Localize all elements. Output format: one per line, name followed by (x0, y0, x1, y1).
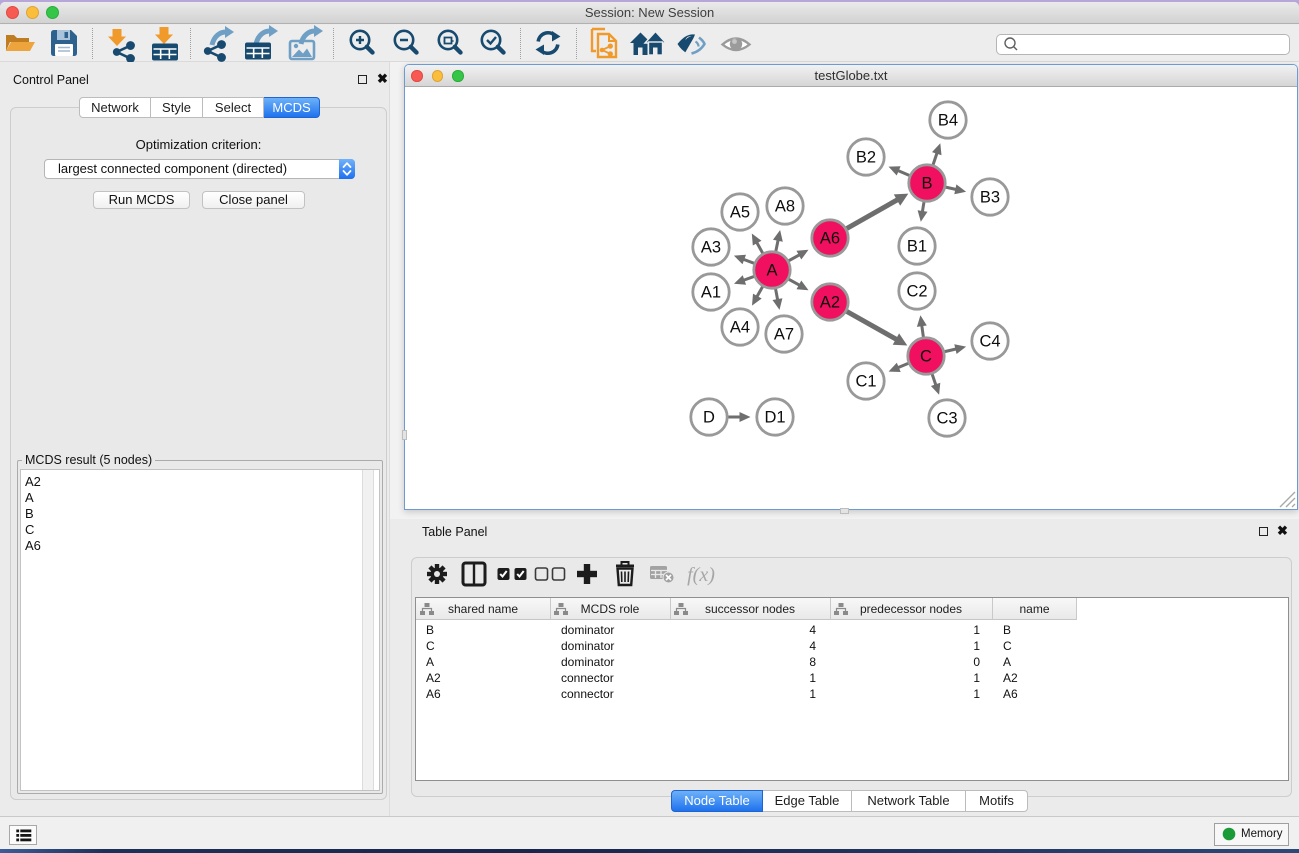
svg-text:A2: A2 (820, 294, 840, 312)
svg-text:f(x): f(x) (687, 564, 715, 586)
svg-text:A3: A3 (701, 239, 721, 257)
svg-text:A7: A7 (774, 326, 794, 344)
svg-text:A5: A5 (730, 204, 750, 222)
svg-text:B1: B1 (907, 238, 927, 256)
svg-text:C: C (920, 348, 932, 366)
svg-text:A4: A4 (730, 319, 750, 337)
svg-text:C3: C3 (936, 410, 957, 428)
svg-text:A1: A1 (701, 284, 721, 302)
svg-text:D1: D1 (764, 409, 785, 427)
svg-text:A8: A8 (775, 198, 795, 216)
svg-text:C1: C1 (855, 373, 876, 391)
svg-text:B: B (921, 175, 932, 193)
svg-text:B3: B3 (980, 189, 1000, 207)
svg-text:D: D (703, 409, 715, 427)
svg-text:C4: C4 (979, 333, 1000, 351)
svg-text:B4: B4 (938, 112, 958, 130)
svg-text:C2: C2 (906, 283, 927, 301)
svg-text:A: A (766, 262, 777, 280)
svg-text:A6: A6 (820, 230, 840, 248)
svg-text:B2: B2 (856, 149, 876, 167)
